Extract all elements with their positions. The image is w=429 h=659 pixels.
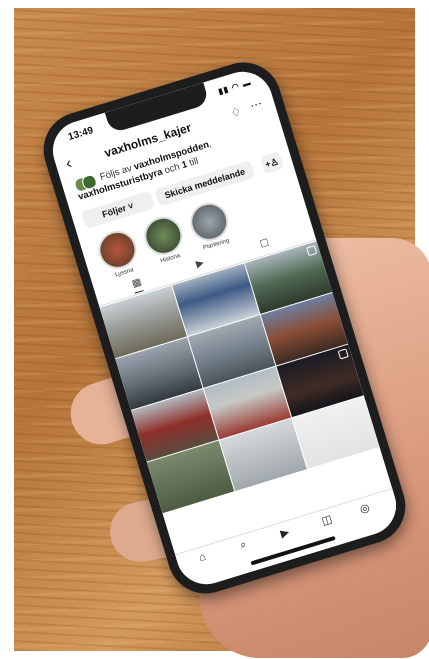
reels-tab-icon[interactable]: ▶: [195, 257, 206, 270]
home-icon[interactable]: ⌂: [198, 551, 208, 564]
signal-wifi-battery-icon: ▮▮ ◠ ▬: [217, 77, 253, 97]
grid-icon[interactable]: ▦: [130, 276, 145, 294]
status-time: 13:49: [66, 125, 95, 144]
highlight-historia[interactable]: Historia: [139, 212, 191, 268]
more-icon[interactable]: ···: [248, 96, 264, 113]
shop-icon[interactable]: ◫: [320, 512, 333, 528]
followed-by-suffix: till: [185, 155, 200, 170]
back-icon[interactable]: ‹: [64, 155, 74, 174]
reel-badge-icon: [306, 245, 318, 257]
profile-icon[interactable]: ◎: [358, 501, 371, 516]
search-icon[interactable]: ⌕: [239, 538, 249, 552]
reels-icon[interactable]: ▶: [279, 525, 291, 540]
highlight-plantering[interactable]: Plantering: [185, 198, 237, 254]
photo-frame: 13:49 ▮▮ ◠ ▬ ‹ vaxholms_kajer ♢ ··· Följ…: [0, 0, 429, 659]
tagged-tab-icon[interactable]: ☐: [259, 238, 271, 251]
highlight-lyssna[interactable]: Lyssna: [93, 226, 145, 282]
add-user-button[interactable]: +♙: [259, 151, 285, 175]
reel-badge-icon: [337, 348, 349, 360]
bell-icon[interactable]: ♢: [229, 104, 243, 121]
